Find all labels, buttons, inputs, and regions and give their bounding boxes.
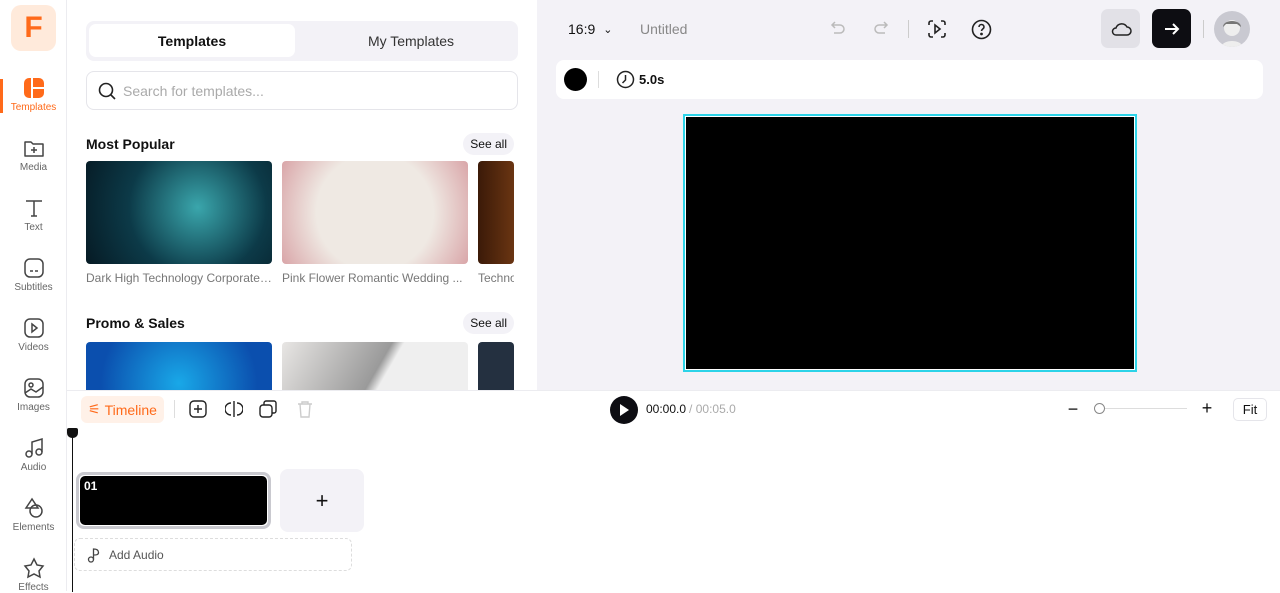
see-all-button[interactable]: See all	[463, 133, 514, 155]
sidebar-item-text[interactable]: Text	[0, 197, 67, 233]
clip-label: 01	[80, 476, 267, 525]
chevron-down-icon: ⌄	[603, 23, 613, 36]
zoom-out-icon[interactable]: −	[1065, 399, 1081, 419]
template-caption: Pink Flower Romantic Wedding ...	[282, 271, 463, 285]
music-icon	[24, 437, 43, 458]
sidebar-item-effects[interactable]: Effects	[0, 557, 67, 593]
section-title: Most Popular	[86, 136, 175, 152]
sidebar-item-subtitles[interactable]: Subtitles	[0, 257, 67, 293]
see-all-button[interactable]: See all	[463, 312, 514, 334]
cloud-save-button[interactable]	[1101, 9, 1140, 48]
play-icon	[620, 404, 629, 416]
sidebar-item-elements[interactable]: Elements	[0, 497, 67, 533]
zoom-in-icon[interactable]: +	[1199, 398, 1215, 418]
divider	[598, 71, 599, 88]
video-icon	[23, 318, 44, 338]
template-caption: Techno	[478, 271, 514, 285]
export-button[interactable]	[1152, 9, 1191, 48]
timeline-panel: ⚟ Timeline 00:00.0/ 00:05.0 − + Fit 01 + …	[67, 390, 1280, 592]
arrow-right-icon	[1164, 22, 1179, 35]
background-color-swatch[interactable]	[564, 68, 587, 91]
help-icon[interactable]	[970, 18, 992, 40]
divider	[1203, 20, 1204, 38]
section-title: Promo & Sales	[86, 315, 185, 331]
search-icon	[98, 82, 116, 100]
editor-stage: 16:9 ⌄ Untitled 5.0s	[537, 0, 1280, 390]
template-thumbnail[interactable]	[478, 342, 514, 390]
delete-icon[interactable]	[295, 399, 315, 419]
sidebar-item-videos[interactable]: Videos	[0, 317, 67, 353]
time-display: 00:00.0/ 00:05.0	[646, 402, 736, 416]
text-icon	[25, 200, 42, 217]
image-icon	[23, 378, 44, 398]
add-scene-button[interactable]: +	[280, 469, 364, 532]
play-button[interactable]	[610, 396, 638, 424]
preview-icon[interactable]	[926, 18, 948, 40]
scene-preview	[686, 117, 1134, 369]
undo-icon[interactable]	[827, 18, 849, 40]
redo-icon[interactable]	[870, 18, 892, 40]
shapes-icon	[24, 497, 43, 518]
template-tabs: Templates My Templates	[86, 21, 518, 61]
playhead-handle[interactable]	[67, 428, 78, 438]
app-logo[interactable]: F	[11, 5, 56, 51]
template-thumbnail[interactable]	[282, 342, 468, 390]
template-thumbnail[interactable]	[86, 161, 272, 264]
search-input[interactable]	[123, 82, 503, 99]
timeline-toggle-button[interactable]: ⚟ Timeline	[81, 396, 164, 423]
add-scene-icon[interactable]	[188, 399, 208, 419]
sidebar-item-templates[interactable]: Templates	[0, 77, 67, 113]
zoom-slider[interactable]	[1097, 408, 1187, 409]
avatar[interactable]	[1214, 11, 1250, 47]
duration-control[interactable]: 5.0s	[616, 70, 664, 89]
fit-button[interactable]: Fit	[1233, 398, 1267, 421]
sidebar-item-audio[interactable]: Audio	[0, 437, 67, 473]
music-note-icon	[87, 547, 100, 563]
subtitles-icon	[23, 258, 44, 278]
video-canvas[interactable]	[683, 114, 1137, 372]
clock-icon	[616, 70, 635, 89]
playhead[interactable]	[72, 437, 73, 592]
templates-icon	[23, 78, 44, 98]
aspect-ratio-select[interactable]: 16:9 ⌄	[568, 21, 612, 37]
sidebar-nav: F Templates Media Text Subtitles Videos …	[0, 0, 67, 593]
add-audio-button[interactable]: Add Audio	[74, 538, 352, 571]
tab-my-templates[interactable]: My Templates	[308, 24, 514, 57]
timeline-icon: ⚟	[88, 401, 101, 417]
templates-panel: Templates My Templates Most Popular See …	[67, 0, 537, 390]
sidebar-item-images[interactable]: Images	[0, 377, 67, 413]
divider	[174, 400, 175, 418]
divider	[908, 20, 909, 38]
template-thumbnail[interactable]	[478, 161, 514, 264]
template-thumbnail[interactable]	[282, 161, 468, 264]
search-box	[86, 71, 518, 110]
tab-templates[interactable]: Templates	[89, 24, 295, 57]
scene-clip[interactable]: 01	[76, 472, 271, 529]
star-icon	[23, 557, 44, 579]
sidebar-item-media[interactable]: Media	[0, 137, 67, 173]
split-icon[interactable]	[224, 399, 244, 419]
cloud-icon	[1111, 22, 1132, 36]
zoom-slider-handle[interactable]	[1094, 403, 1105, 414]
folder-plus-icon	[23, 141, 44, 157]
template-caption: Dark High Technology Corporate ...	[86, 271, 272, 285]
duplicate-icon[interactable]	[258, 399, 278, 419]
properties-bar: 5.0s	[556, 60, 1263, 99]
project-title[interactable]: Untitled	[640, 21, 687, 37]
template-thumbnail[interactable]	[86, 342, 272, 390]
